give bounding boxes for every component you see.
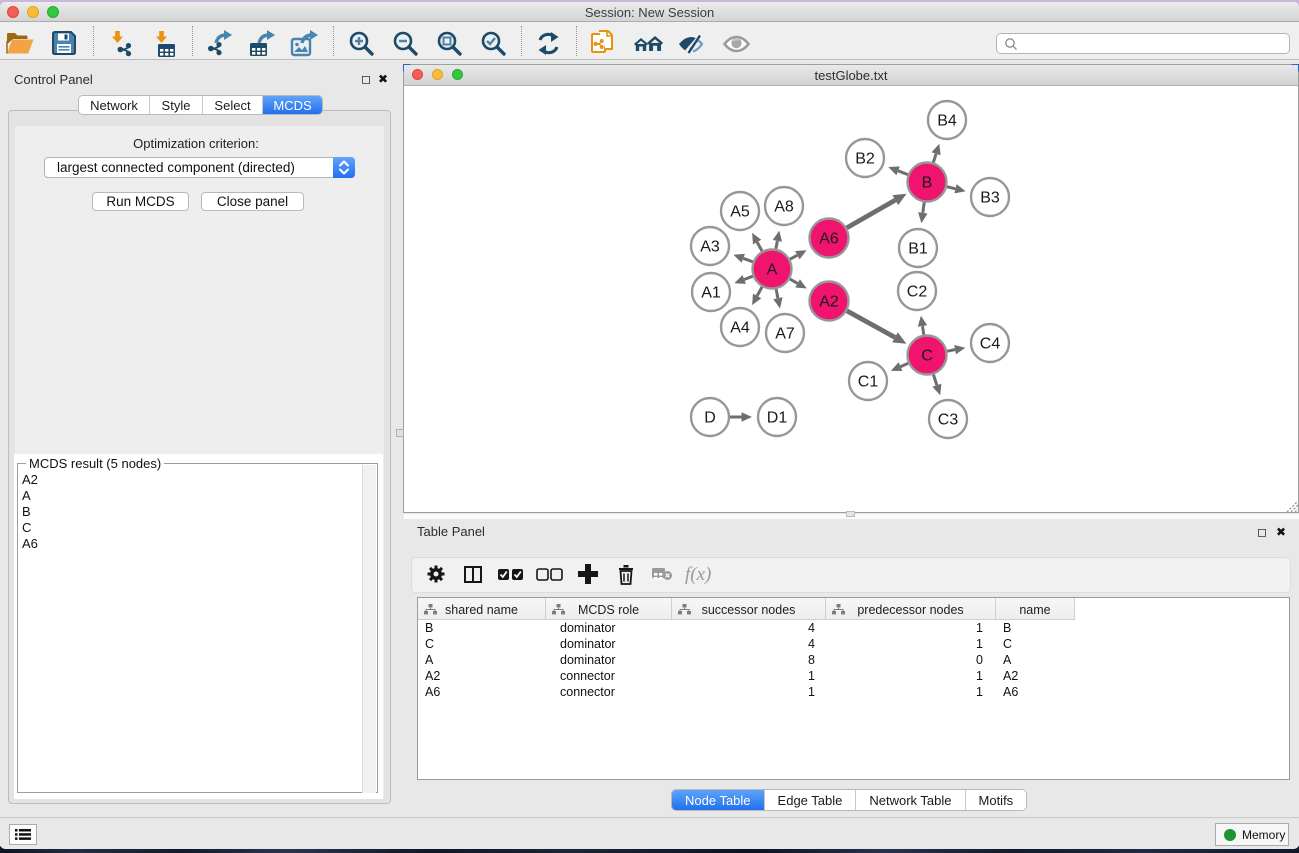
- svg-text:C: C: [921, 348, 933, 365]
- svg-text:C3: C3: [938, 412, 959, 429]
- svg-text:C2: C2: [907, 284, 928, 301]
- svg-text:A: A: [767, 262, 778, 279]
- svg-text:A5: A5: [730, 204, 750, 221]
- svg-text:B: B: [922, 175, 933, 192]
- svg-text:A3: A3: [700, 239, 720, 256]
- svg-text:A8: A8: [774, 199, 794, 216]
- svg-text:A4: A4: [730, 320, 750, 337]
- svg-text:A2: A2: [819, 294, 839, 311]
- svg-text:B4: B4: [937, 113, 957, 130]
- svg-text:D1: D1: [767, 410, 788, 427]
- svg-text:D: D: [704, 410, 716, 427]
- svg-text:B3: B3: [980, 190, 1000, 207]
- svg-text:B1: B1: [908, 241, 928, 258]
- svg-text:A6: A6: [819, 231, 839, 248]
- svg-text:B2: B2: [855, 151, 875, 168]
- svg-text:C4: C4: [980, 336, 1001, 353]
- svg-text:C1: C1: [858, 374, 879, 391]
- svg-text:A7: A7: [775, 326, 795, 343]
- svg-text:A1: A1: [701, 285, 721, 302]
